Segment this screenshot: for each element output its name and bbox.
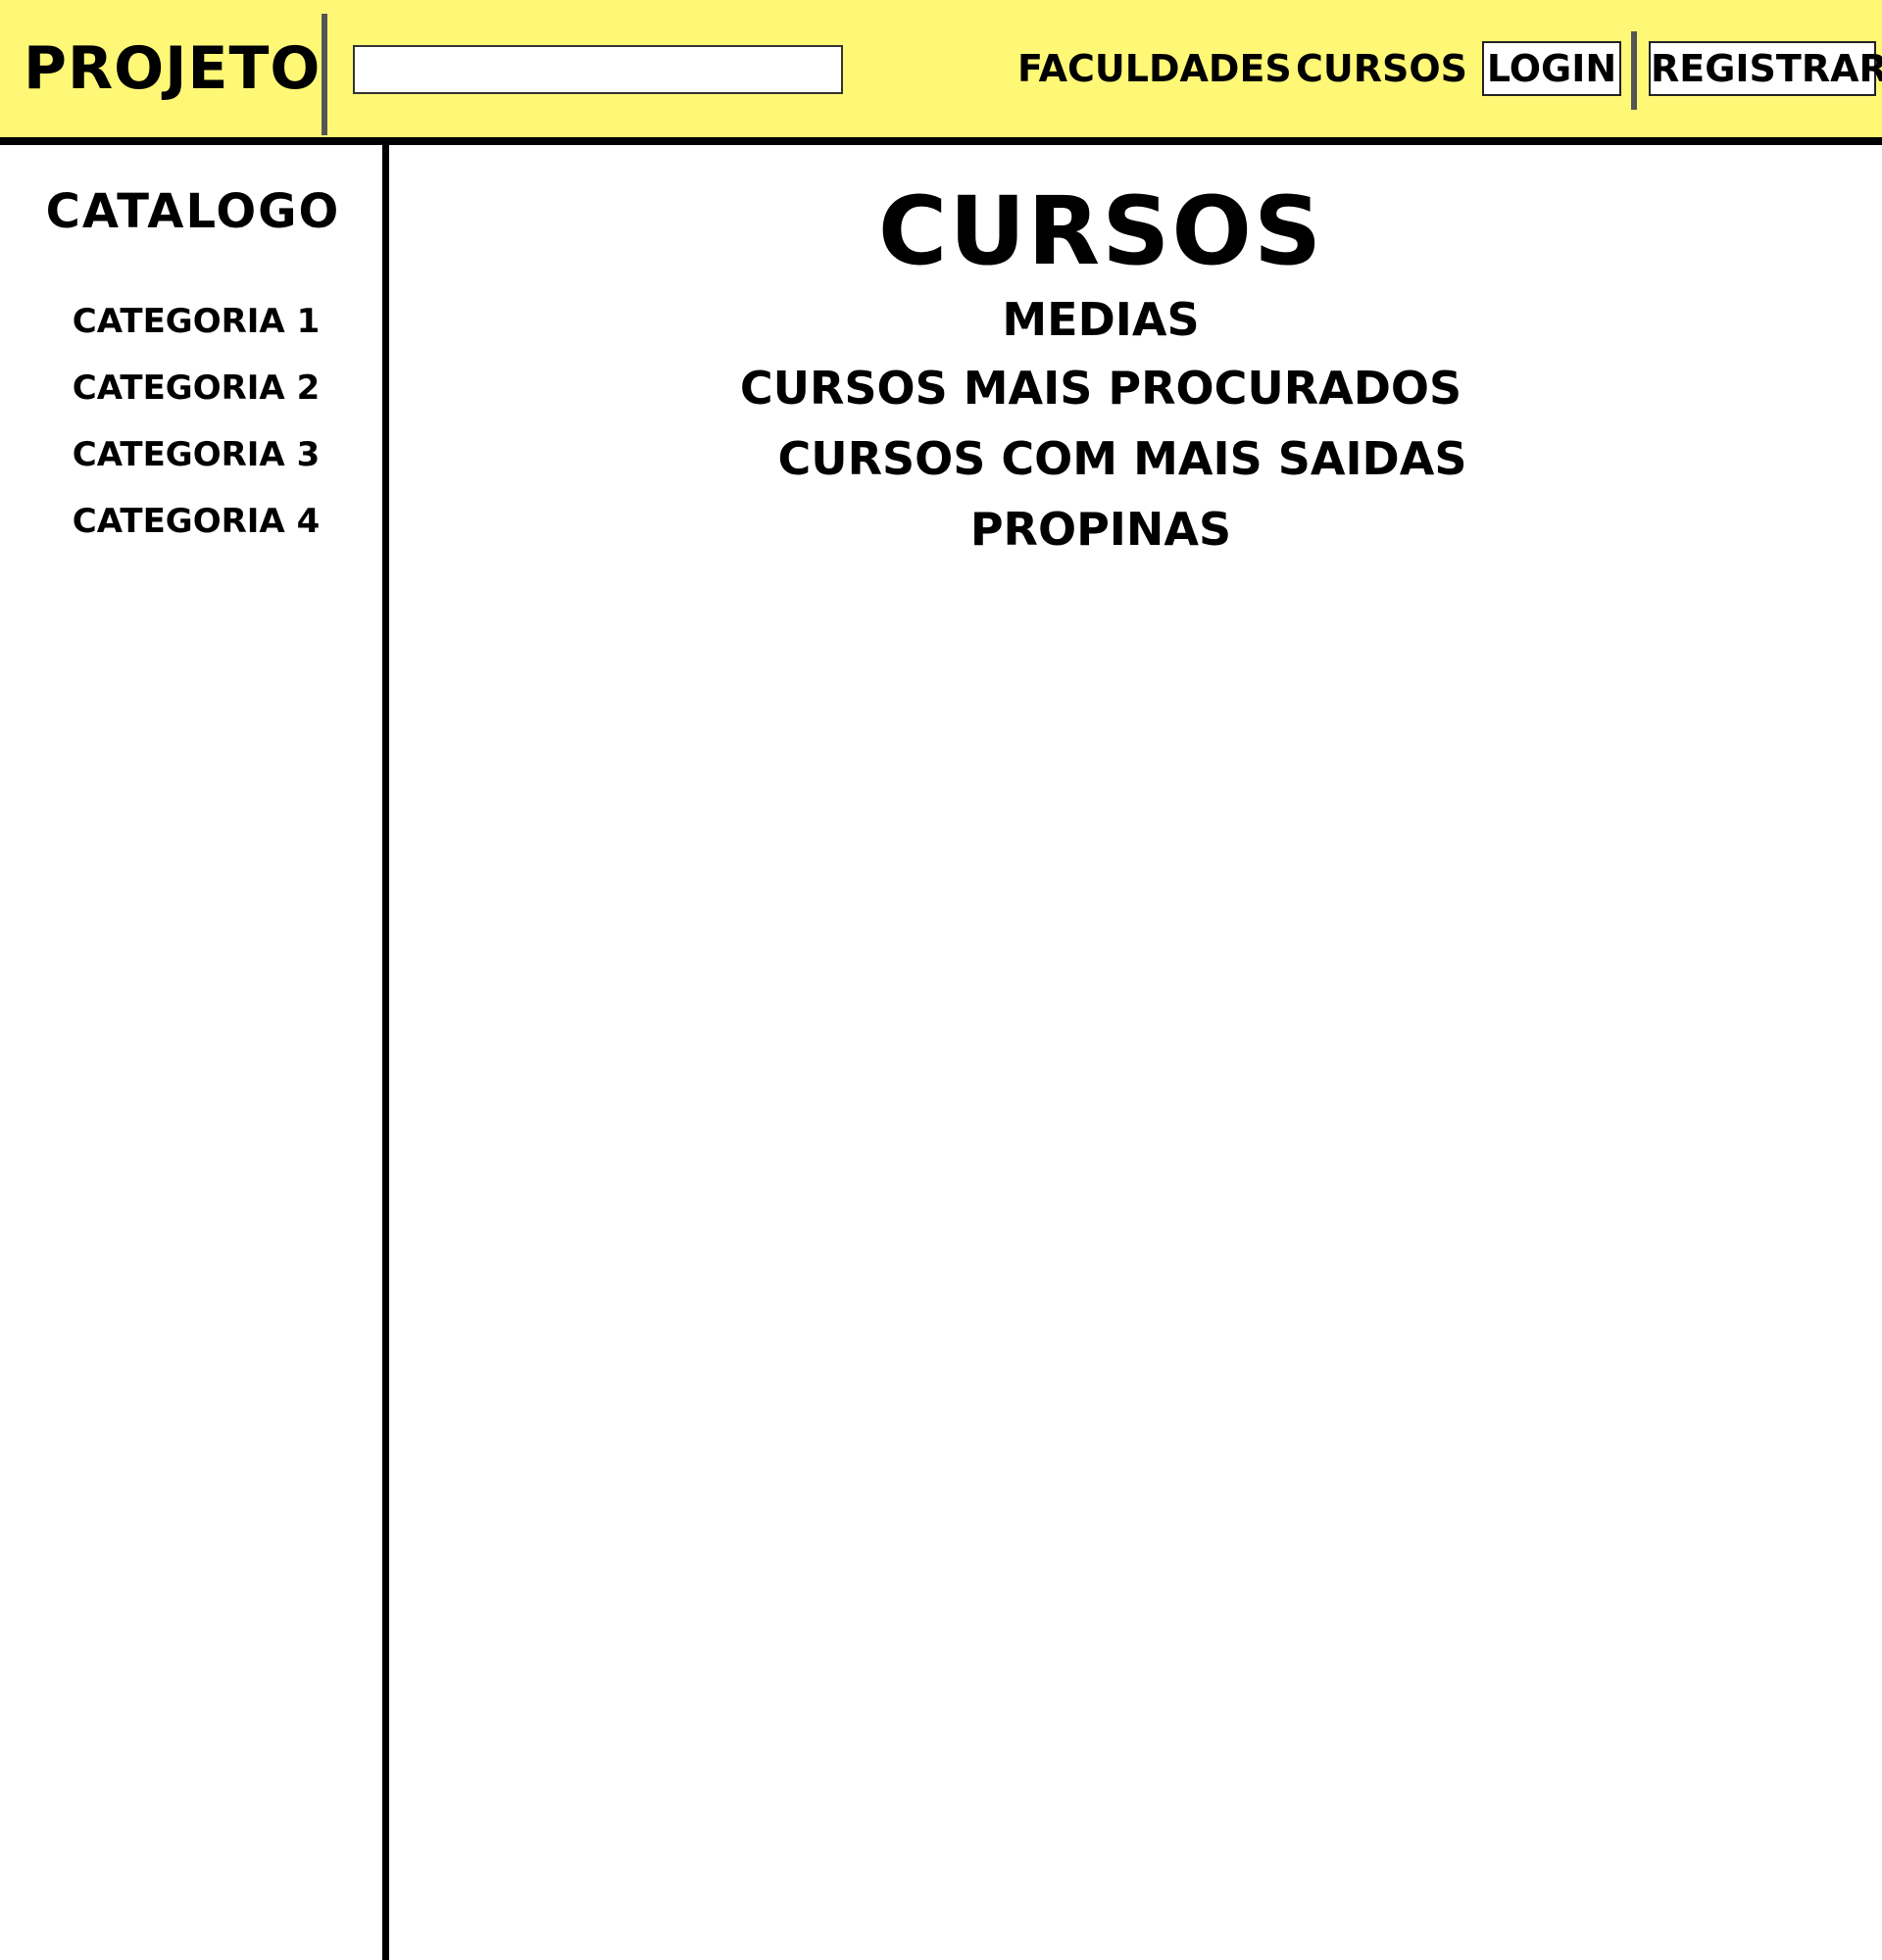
link-medias[interactable]: MEDIAS [390,292,1811,347]
register-button[interactable]: REGISTRAR [1649,41,1882,96]
top-header: PROJETO FACULDADES CURSOS LOGIN REGISTRA… [0,0,1882,145]
nav-faculdades-link[interactable]: FACULDADES [1017,43,1292,94]
sidebar-item-categoria-4[interactable]: CATEGORIA 4 [0,500,392,543]
auth-divider [1631,31,1637,110]
link-propinas[interactable]: PROPINAS [390,502,1811,557]
site-logo[interactable]: PROJETO [24,33,321,104]
sidebar-item-categoria-1[interactable]: CATEGORIA 1 [0,300,392,343]
sidebar-item-categoria-3[interactable]: CATEGORIA 3 [0,433,392,476]
sidebar-divider [382,145,389,1960]
sidebar-title: CATALOGO [45,184,341,239]
link-cursos-com-mais-saidas[interactable]: CURSOS COM MAIS SAIDAS [412,431,1833,486]
page-title: CURSOS [877,176,1324,286]
logo-divider [322,14,327,135]
link-cursos-mais-procurados[interactable]: CURSOS MAIS PROCURADOS [390,361,1811,416]
nav-cursos-link[interactable]: CURSOS [1296,43,1467,94]
login-button[interactable]: LOGIN [1482,41,1621,96]
sidebar-item-categoria-2[interactable]: CATEGORIA 2 [0,367,392,410]
search-input[interactable] [353,45,843,94]
